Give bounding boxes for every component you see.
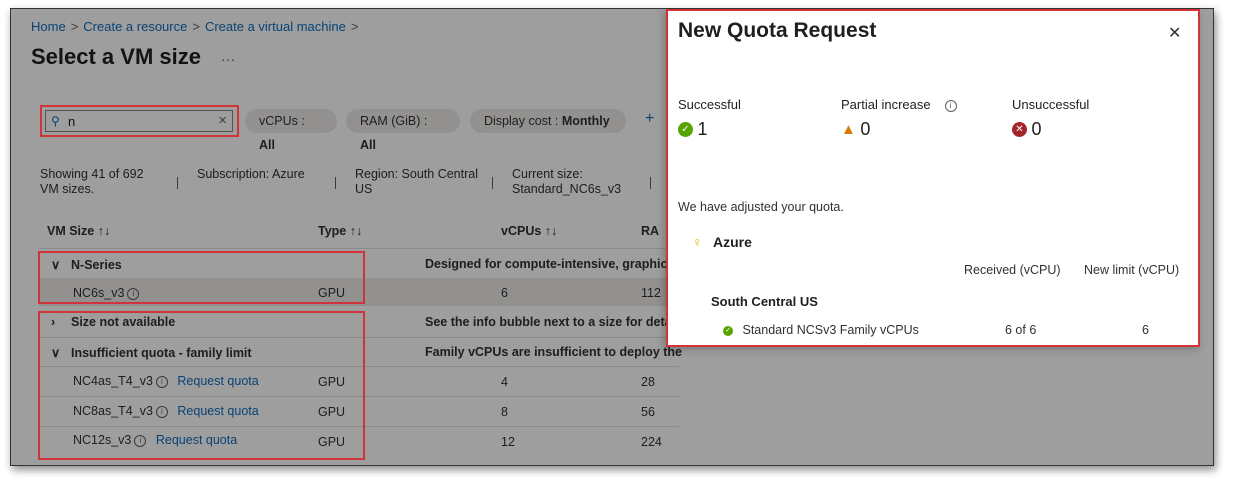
unavailable-highlight-overlay <box>38 311 365 460</box>
filter-vcpus-key: vCPUs : <box>259 114 305 128</box>
summary-current-size: Current size: Standard_NC6s_v3 <box>512 167 621 197</box>
status-successful: ✓ 1 <box>678 119 707 140</box>
status-successful-count: 1 <box>697 119 708 139</box>
search-highlight-overlay <box>40 105 239 137</box>
chevron-right-icon: > <box>192 19 200 34</box>
filter-ram-value: All <box>360 138 376 152</box>
sort-icon: ↑↓ <box>349 224 363 238</box>
summary-divider <box>335 177 336 189</box>
sort-icon: ↑↓ <box>544 224 558 238</box>
table-row-ram: 112 <box>641 286 661 300</box>
quota-request-panel: New Quota Request ✕ Successful ✓ 1 Parti… <box>666 9 1200 347</box>
summary-count: Showing 41 of 692 VM sizes. <box>40 167 144 197</box>
column-header-vcpus-label: vCPUs <box>501 224 542 238</box>
nseries-highlight-overlay <box>38 251 365 304</box>
summary-current-line2: Standard_NC6s_v3 <box>512 182 622 196</box>
table-row-ram: 56 <box>641 405 655 419</box>
app-window: Home > Create a resource > Create a virtual … <box>10 8 1214 466</box>
column-header-vm-size-label: VM Size <box>47 224 95 238</box>
warning-icon: ▲ <box>841 121 856 138</box>
group-insufficient-quota-desc: Family vCPUs are insufficient to deploy … <box>425 345 683 359</box>
status-partial-count: 0 <box>860 119 871 139</box>
status-successful-label: Successful <box>678 97 741 112</box>
table-row-vcpus: 6 <box>501 286 508 300</box>
column-header-vcpus[interactable]: vCPUs ↑↓ <box>501 224 557 238</box>
column-new-limit: New limit (vCPU) <box>1084 263 1180 277</box>
region-name: South Central US <box>711 294 818 309</box>
table-row-vcpus: 8 <box>501 405 508 419</box>
close-icon[interactable]: ✕ <box>1168 23 1181 43</box>
breadcrumb: Home > Create a resource > Create a virtual … <box>31 19 363 34</box>
table-row-vcpus: 12 <box>501 435 515 449</box>
quota-family-name: Standard NCSv3 Family vCPUs <box>742 323 919 337</box>
status-partial-label: Partial increase i <box>841 97 957 112</box>
page-title: Select a VM size <box>31 44 201 69</box>
key-icon: ♀ <box>692 234 703 250</box>
column-header-vm-size[interactable]: VM Size ↑↓ <box>47 224 110 238</box>
summary-region-line1: Region: South Central <box>355 167 478 181</box>
info-icon[interactable]: i <box>944 99 957 112</box>
chevron-right-icon: > <box>350 19 359 34</box>
filter-vcpus-value: All <box>259 138 275 152</box>
summary-count-line1: Showing 41 of 692 <box>40 167 144 181</box>
summary-divider <box>650 177 651 189</box>
summary-count-line2: VM sizes. <box>40 182 95 196</box>
status-unsuccessful-label: Unsuccessful <box>1012 97 1090 112</box>
summary-divider <box>177 177 178 189</box>
summary-subscription: Subscription: Azure <box>197 167 305 181</box>
breadcrumb-home[interactable]: Home <box>31 19 66 34</box>
check-circle-icon: ✓ <box>678 122 693 137</box>
table-row-ram: 28 <box>641 375 655 389</box>
group-nseries-desc: Designed for compute-intensive, graphics <box>425 257 675 271</box>
quota-new-limit-value: 6 <box>1142 323 1149 337</box>
summary-region: Region: South Central US <box>355 167 478 197</box>
table-row-ram: 224 <box>641 435 662 449</box>
filter-display-cost[interactable]: Display cost : Monthly <box>470 109 626 133</box>
summary-current-line1: Current size: <box>512 167 583 181</box>
subscription-header: ♀ Azure <box>692 234 752 252</box>
header-divider <box>39 248 679 249</box>
breadcrumb-create-resource[interactable]: Create a resource <box>83 19 187 34</box>
column-header-type-label: Type <box>318 224 347 238</box>
column-received: Received (vCPU) <box>964 263 1061 277</box>
filter-vcpus[interactable]: vCPUs : All <box>245 109 337 152</box>
summary-region-line2: US <box>355 182 373 196</box>
column-header-type[interactable]: Type ↑↓ <box>318 224 362 238</box>
group-not-available-desc: See the info bubble next to a size for d… <box>425 315 672 329</box>
check-circle-icon: ✓ <box>723 325 733 336</box>
quota-received-value: 6 of 6 <box>1005 323 1037 337</box>
status-partial-label-text: Partial increase <box>841 97 931 112</box>
result-message: We have adjusted your quota. <box>678 200 844 214</box>
more-options-button[interactable]: ··· <box>221 51 235 67</box>
error-circle-icon: ✕ <box>1012 122 1027 137</box>
panel-title: New Quota Request <box>678 19 877 42</box>
breadcrumb-create-vm[interactable]: Create a virtual machine <box>205 19 346 34</box>
filter-display-cost-key: Display cost : <box>484 114 562 128</box>
add-filter-icon[interactable]: + <box>645 110 654 128</box>
column-header-ram[interactable]: RA <box>641 224 659 238</box>
status-unsuccessful-count: 0 <box>1031 119 1042 139</box>
quota-family-row: ✓ Standard NCSv3 Family vCPUs <box>723 323 919 337</box>
subscription-name: Azure <box>712 234 752 250</box>
filter-display-cost-value: Monthly <box>561 114 610 128</box>
filter-ram-key: RAM (GiB) : <box>360 114 428 128</box>
status-unsuccessful: ✕ 0 <box>1012 119 1041 140</box>
table-row-vcpus: 4 <box>501 375 508 389</box>
sort-icon: ↑↓ <box>97 224 111 238</box>
filter-ram[interactable]: RAM (GiB) : All <box>346 109 460 152</box>
summary-divider <box>492 177 493 189</box>
status-partial: ▲ 0 <box>841 119 870 140</box>
chevron-right-icon: > <box>70 19 79 34</box>
